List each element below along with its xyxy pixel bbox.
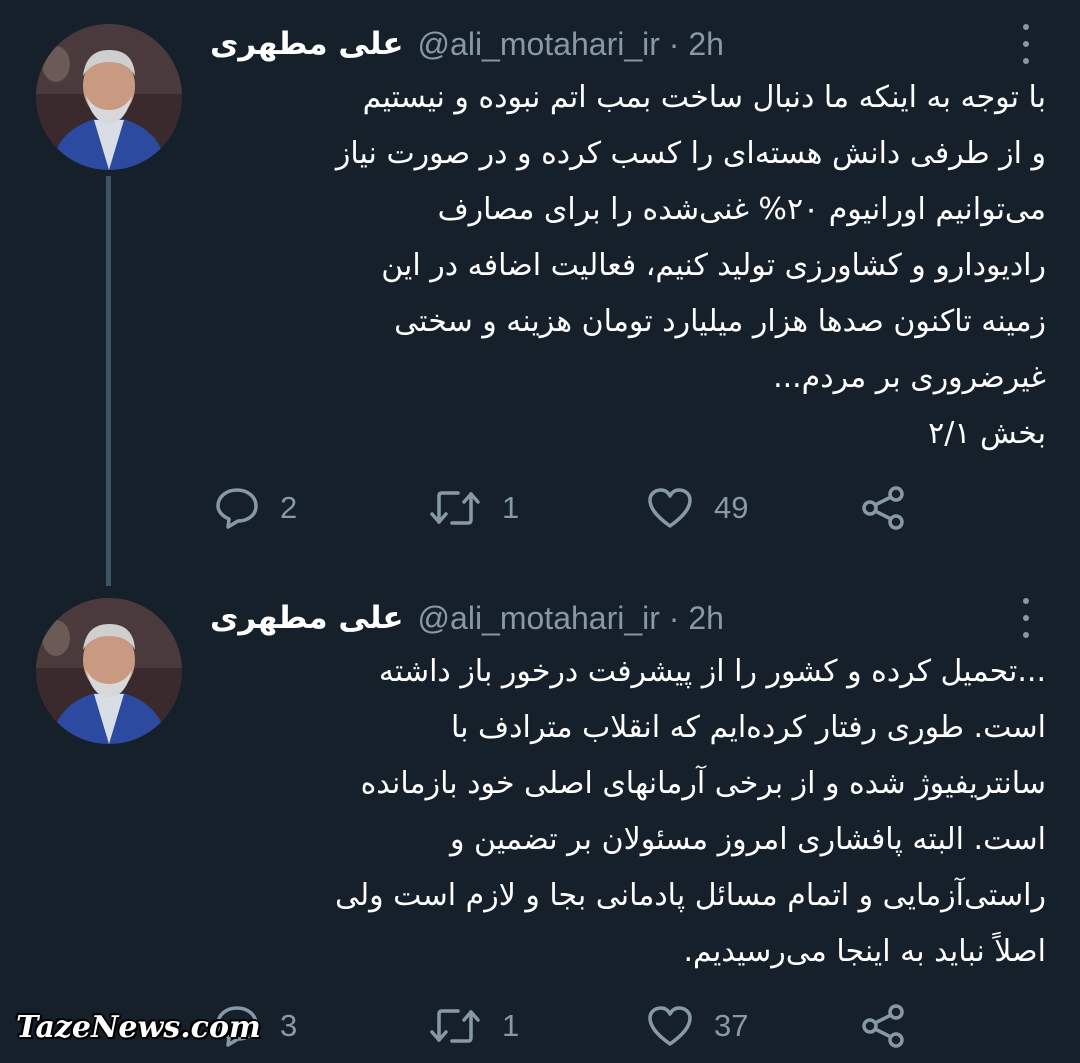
tweet-text-line: سانتریفیوژ شده و از برخی آرمانهای اصلی خ… [360,766,1046,801]
handle-time: @ali_motahari_ir · 2h [417,599,724,636]
more-vertical-icon[interactable] [1020,24,1032,64]
avatar[interactable] [36,24,182,170]
retweet-count: 1 [502,490,520,525]
tweet-actions: 2 1 49 [210,478,930,538]
tweet-text-line: و از طرفی دانش هسته‌ای را کسب کرده و در … [335,136,1046,171]
tweet-text: با توجه به اینکه ما دنبال ساخت بمب اتم ن… [210,70,1046,462]
tweet-text-line: بخش ۲/۱ [928,416,1046,451]
like-count: 49 [714,490,749,525]
tweet-text-line: رادیودارو و کشاورزی تولید کنیم، فعالیت ا… [381,248,1046,283]
avatar[interactable] [36,598,182,744]
tweet-text-line: است. البته پافشاری امروز مسئولان بر تضمی… [449,822,1046,857]
retweet-count: 1 [502,1008,520,1043]
share-button[interactable] [860,996,908,1056]
tweet-actions: 3 1 37 [210,996,930,1056]
tweet[interactable]: علی مطهری @ali_motahari_ir · 2h ...تحمیل… [0,578,1080,1063]
share-icon [862,1004,904,1048]
share-button[interactable] [860,478,908,538]
tweet-header: علی مطهری @ali_motahari_ir · 2h [210,20,990,68]
tweet-text-line: می‌توانیم اورانیوم ۲۰% غنی‌شده را برای م… [437,192,1046,227]
tweet-text-line: غیرضروری بر مردم... [773,360,1046,395]
tweet-text-line: اصلاً نباید به اینجا می‌رسیدیم. [683,934,1046,969]
heart-icon [648,488,692,528]
retweet-button[interactable]: 1 [428,478,519,538]
thread-connector [106,176,111,586]
author-name[interactable]: علی مطهری [210,600,404,636]
watermark: TazeNews.com [16,1010,261,1045]
tweet-text-line: ...تحمیل کرده و کشور را از پیشرفت درخور … [378,654,1046,689]
like-button[interactable]: 49 [646,478,748,538]
tweet-header: علی مطهری @ali_motahari_ir · 2h [210,594,990,642]
like-count: 37 [714,1008,749,1043]
author-name[interactable]: علی مطهری [210,26,404,62]
reply-count: 3 [280,1008,298,1043]
share-icon [862,486,904,530]
tweet-text-line: با توجه به اینکه ما دنبال ساخت بمب اتم ن… [362,80,1046,115]
more-vertical-icon[interactable] [1020,598,1032,638]
reply-button[interactable]: 2 [214,478,297,538]
tweet-text-line: راستی‌آزمایی و اتمام مسائل پادمانی بجا و… [335,878,1046,913]
like-button[interactable]: 37 [646,996,748,1056]
retweet-button[interactable]: 1 [428,996,519,1056]
retweet-icon [430,1009,480,1043]
tweet-text-line: زمینه تاکنون صدها هزار میلیارد تومان هزی… [394,304,1046,339]
tweet[interactable]: علی مطهری @ali_motahari_ir · 2h با توجه … [0,0,1080,586]
handle-time: @ali_motahari_ir · 2h [417,25,724,62]
heart-icon [648,1006,692,1046]
retweet-icon [430,491,480,525]
tweet-text-line: است. طوری رفتار کرده‌ایم که انقلاب متراد… [451,710,1046,745]
reply-icon [216,488,258,529]
tweet-text: ...تحمیل کرده و کشور را از پیشرفت درخور … [210,644,1046,980]
reply-count: 2 [280,490,298,525]
